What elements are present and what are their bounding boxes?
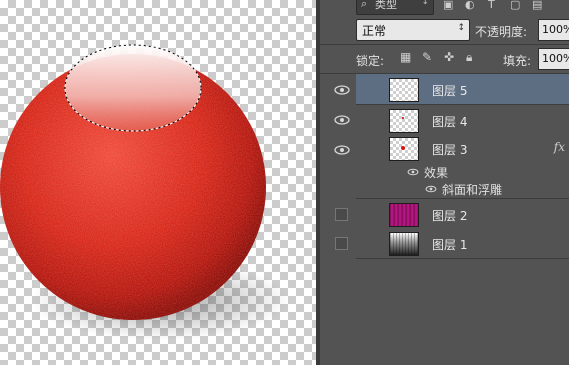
fill-value: 100% — [542, 52, 569, 65]
lock-label: 锁定: — [356, 54, 385, 68]
layer-name: 图层 5 — [432, 84, 468, 98]
eye-icon[interactable] — [332, 140, 352, 160]
layer-name: 图层 1 — [432, 238, 468, 252]
adjustment-filter-icon[interactable]: ◐ — [465, 0, 477, 11]
pixel-filter-icon[interactable]: ▣ — [443, 0, 455, 11]
layer-name: 图层 2 — [432, 209, 468, 223]
type-filter-icon[interactable]: T — [488, 0, 500, 11]
blend-mode-value: 正常 — [362, 24, 387, 38]
lock-brush-icon[interactable]: ✎ — [422, 50, 432, 64]
eye-icon[interactable] — [406, 165, 420, 179]
layer-thumbnail — [389, 137, 419, 161]
layer-name: 图层 4 — [432, 115, 468, 129]
stepper-arrows-icon: ↕ — [457, 23, 465, 33]
fill-label: 填充: — [503, 54, 532, 68]
layer-row-3[interactable]: 图层 3 fx — [356, 133, 569, 165]
layer-thumbnail — [389, 232, 419, 256]
opacity-label: 不透明度: — [475, 25, 528, 39]
visibility-toggle-off[interactable] — [335, 208, 348, 221]
effects-label: 效果 — [424, 166, 449, 180]
effect-item-label: 斜面和浮雕 — [442, 183, 503, 197]
lock-transparent-icon[interactable]: ▦ — [400, 50, 411, 64]
eye-icon[interactable] — [332, 110, 352, 130]
layer-thumbnail — [389, 78, 419, 102]
layer-row-1[interactable]: 图层 1 — [356, 228, 569, 259]
eye-icon[interactable] — [424, 182, 438, 196]
shape-filter-icon[interactable]: ▢ — [510, 0, 522, 11]
layer-row-4[interactable]: 图层 4 — [356, 105, 569, 136]
layer-effects-icon[interactable]: fx — [554, 140, 565, 154]
opacity-value: 100% — [542, 23, 569, 36]
sphere-artwork — [0, 44, 290, 340]
search-icon: ⌕ — [361, 0, 368, 10]
blend-row: 正常 ↕ 不透明度: 100% — [320, 16, 569, 45]
lock-move-icon[interactable]: ✜ — [444, 50, 454, 64]
layer-row-2[interactable]: 图层 2 — [356, 199, 569, 230]
opacity-field[interactable]: 100% — [538, 19, 569, 41]
lock-row: 锁定: ▦ ✎ ✜ 🔒︎ 填充: 100% — [320, 45, 569, 74]
lock-all-icon[interactable]: 🔒︎ — [466, 50, 472, 65]
effects-group-row[interactable]: 效果 — [356, 162, 569, 182]
layer-thumbnail — [389, 203, 419, 227]
kind-filter-label: 类型 — [375, 0, 397, 11]
eye-icon[interactable] — [332, 80, 352, 100]
layers-panel: ⌕ 类型 ↕ ▣ ◐ T ▢ ▤ 正常 ↕ 不透明度: 100% 锁定: ▦ ✎… — [320, 0, 569, 365]
smart-object-filter-icon[interactable]: ▤ — [532, 0, 544, 11]
fill-field[interactable]: 100% — [538, 48, 569, 70]
layer-thumbnail — [389, 109, 419, 133]
layer-filter-bar: ⌕ 类型 ↕ ▣ ◐ T ▢ ▤ — [320, 0, 569, 15]
layer-name: 图层 3 — [432, 143, 468, 157]
visibility-toggle-off[interactable] — [335, 237, 348, 250]
document-canvas[interactable] — [0, 0, 316, 365]
layer-row-5[interactable]: 图层 5 — [356, 74, 569, 105]
kind-filter-dropdown[interactable]: ⌕ 类型 ↕ — [356, 0, 434, 15]
blend-mode-select[interactable]: 正常 ↕ — [356, 19, 470, 41]
bevel-emboss-row[interactable]: 斜面和浮雕 — [356, 180, 569, 199]
stepper-arrows-icon: ↕ — [421, 0, 429, 7]
